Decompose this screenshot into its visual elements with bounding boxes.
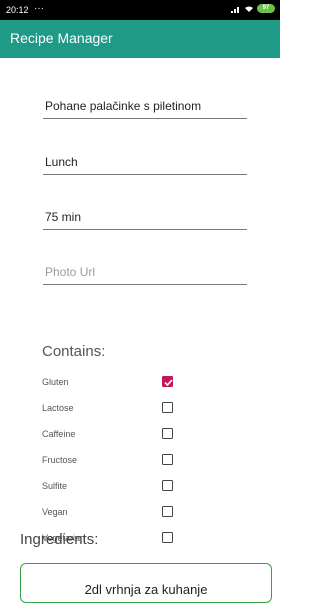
contains-item-fructose[interactable]: Fructose (40, 453, 190, 469)
meal-type-value: Lunch (45, 155, 78, 169)
contains-item-label: Gluten (42, 377, 69, 387)
contains-item-label: Caffeine (42, 429, 76, 439)
contains-item-gluten[interactable]: Gluten (40, 375, 190, 391)
contains-item-sulfite[interactable]: Sulfite (40, 479, 190, 495)
status-bar: 20:12 ··· 97 (0, 0, 280, 20)
notification-dots: ··· (34, 3, 44, 14)
ingredient-card[interactable]: 2dl vrhnja za kuhanje (20, 563, 272, 603)
app-bar: Recipe Manager (0, 20, 280, 58)
gluten-checkbox[interactable] (162, 376, 173, 387)
photo-url-field[interactable]: Photo Url (43, 258, 247, 285)
recipe-name-value: Pohane palačinke s piletinom (45, 99, 202, 113)
check-icon (164, 379, 173, 387)
contains-item-vegan[interactable]: Vegan (40, 505, 190, 521)
cook-time-field[interactable]: 75 min (43, 203, 247, 230)
contains-item-label: Lactose (42, 403, 74, 413)
contains-item-caffeine[interactable]: Caffeine (40, 427, 190, 443)
status-time: 20:12 (6, 5, 29, 15)
contains-item-lactose[interactable]: Lactose (40, 401, 190, 417)
caffeine-checkbox[interactable] (162, 428, 173, 439)
cook-time-value: 75 min (45, 210, 82, 224)
lactose-checkbox[interactable] (162, 402, 173, 413)
app-title: Recipe Manager (10, 30, 113, 46)
photo-url-placeholder: Photo Url (45, 265, 96, 279)
signal-icon (231, 6, 239, 13)
contains-item-label: Vegan (42, 507, 68, 517)
contains-item-label: Fructose (42, 455, 78, 465)
vegan-checkbox[interactable] (162, 506, 173, 517)
contains-item-label: Sulfite (42, 481, 68, 491)
fructose-checkbox[interactable] (162, 454, 173, 465)
vegetarian-checkbox[interactable] (162, 532, 173, 543)
status-icons: 97 (231, 4, 275, 13)
ingredient-text: 2dl vrhnja za kuhanje (84, 582, 208, 597)
sulfite-checkbox[interactable] (162, 480, 173, 491)
ingredients-heading: Ingredients: (20, 531, 99, 548)
wifi-icon (245, 5, 253, 12)
contains-heading: Contains: (42, 343, 106, 360)
meal-type-field[interactable]: Lunch (43, 148, 247, 175)
recipe-name-field[interactable]: Pohane palačinke s piletinom (43, 92, 247, 119)
battery-icon: 97 (257, 4, 275, 13)
